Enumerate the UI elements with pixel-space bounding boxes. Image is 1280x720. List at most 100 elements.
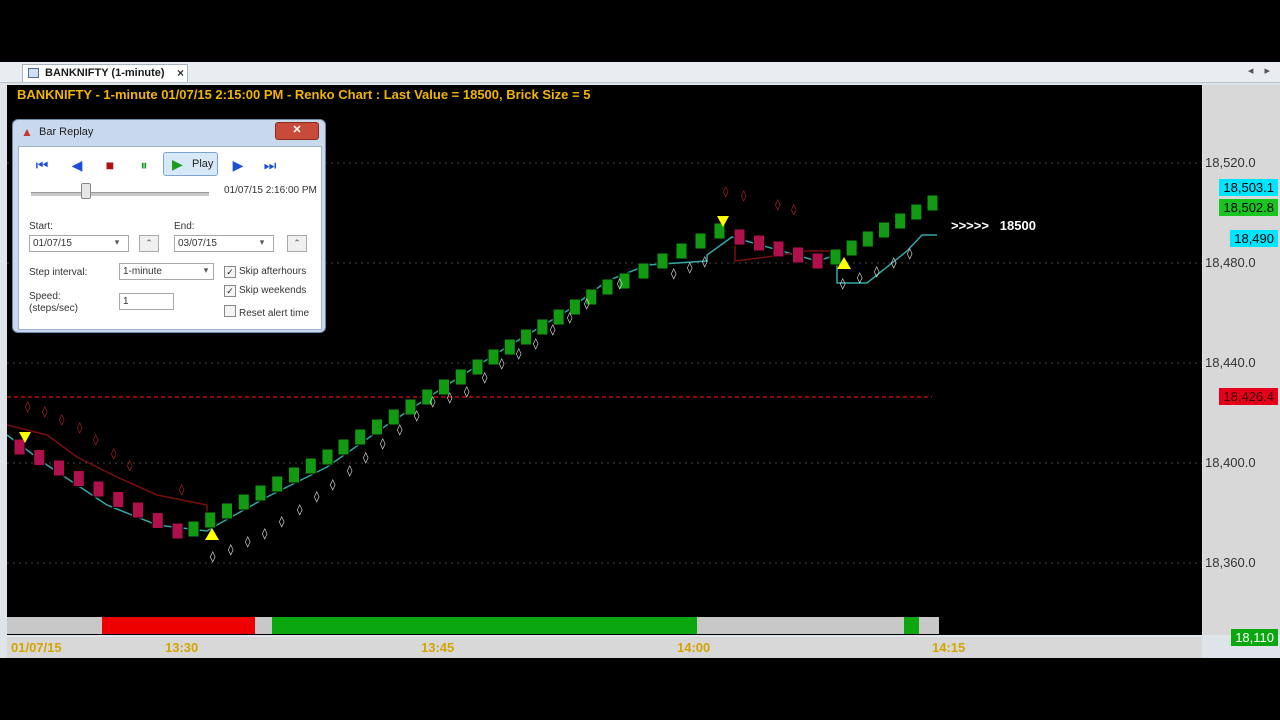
step-interval-dropdown-icon[interactable]: ▾ — [196, 263, 216, 280]
up-pointer-marker: ◊ — [363, 451, 369, 464]
up-pointer-marker: ◊ — [210, 550, 216, 563]
price-badge-bottom: 18,110 — [1231, 629, 1278, 646]
renko-brick-up — [321, 448, 334, 466]
renko-brick-up — [187, 520, 200, 538]
up-pointer-marker: ◊ — [245, 535, 251, 548]
document-tab-bar: BANKNIFTY (1-minute) × ◂ ▸ — [0, 62, 1280, 83]
replay-position-slider[interactable] — [81, 183, 91, 199]
up-pointer-marker: ◊ — [840, 277, 846, 290]
last-value-annotation: >>>>> 18500 — [951, 218, 1036, 233]
skip-afterhours-checkbox[interactable]: ✓ Skip afterhours — [224, 266, 306, 278]
down-pointer-marker: ◊ — [93, 433, 99, 446]
up-pointer-marker: ◊ — [314, 490, 320, 503]
up-pointer-marker: ◊ — [347, 464, 353, 477]
down-pointer-marker: ◊ — [741, 189, 747, 202]
time-axis[interactable]: 01/07/15 13:30 13:45 14:00 14:15 — [7, 637, 1202, 658]
up-pointer-marker: ◊ — [330, 478, 336, 491]
renko-brick-up — [204, 511, 217, 529]
dialog-titlebar[interactable]: ▲ Bar Replay ✕ — [13, 120, 325, 144]
up-pointer-marker: ◊ — [262, 527, 268, 540]
up-pointer-marker: ◊ — [482, 371, 488, 384]
time-label: 01/07/15 — [11, 640, 62, 655]
reset-alert-time-checkbox[interactable]: Reset alert time — [224, 305, 309, 319]
up-pointer-marker: ◊ — [533, 337, 539, 350]
down-pointer-marker: ◊ — [77, 421, 83, 434]
up-pointer-marker: ◊ — [584, 297, 590, 310]
renko-brick-up — [487, 348, 500, 366]
go-to-start-button[interactable]: ⏮ — [31, 155, 53, 175]
tab-scroll-arrows[interactable]: ◂ ▸ — [1248, 64, 1274, 77]
renko-brick-up — [910, 203, 923, 221]
reset-alert-label: Reset alert time — [239, 308, 310, 319]
renko-brick-up — [845, 239, 858, 257]
renko-brick-down — [753, 234, 765, 252]
renko-brick-up — [536, 318, 549, 336]
play-button[interactable]: ▶ Play — [163, 152, 218, 176]
step-forward-button[interactable]: ▶ — [227, 155, 249, 175]
renko-brick-up — [675, 242, 688, 260]
chart-document-icon — [28, 68, 39, 78]
buy-signal-arrow — [205, 528, 219, 540]
price-badge-stop-upper: 18,503.1 — [1219, 179, 1278, 196]
time-label: 13:30 — [165, 640, 199, 655]
renko-brick-down — [33, 449, 46, 466]
end-date-dropdown-icon[interactable]: ▾ — [252, 235, 272, 252]
renko-brick-up — [637, 262, 650, 280]
speed-input[interactable]: 1 — [119, 293, 174, 310]
start-date-dropdown-icon[interactable]: ▾ — [107, 235, 127, 252]
renko-brick-up — [878, 221, 890, 239]
checked-icon: ✓ — [224, 285, 236, 297]
dialog-title: Bar Replay — [39, 126, 94, 138]
time-label: 14:00 — [677, 640, 711, 655]
go-to-end-button[interactable]: ⏭ — [259, 155, 281, 175]
renko-brick-down — [92, 480, 105, 498]
dialog-close-button[interactable]: ✕ — [275, 122, 319, 140]
renko-brick-up — [656, 252, 669, 270]
up-pointer-marker: ◊ — [516, 347, 522, 360]
down-pointer-marker: ◊ — [59, 413, 65, 426]
price-axis[interactable]: 18,520.0 18,480.0 18,440.0 18,400.0 18,3… — [1203, 85, 1280, 646]
trend-strip-segment — [7, 617, 102, 634]
play-label: Play — [192, 158, 214, 170]
up-pointer-marker: ◊ — [380, 437, 386, 450]
trend-strip-segment — [919, 617, 939, 634]
renko-brick-down — [151, 512, 164, 529]
price-badge-last: 18,502.8 — [1219, 199, 1278, 216]
down-pointer-marker: ◊ — [111, 447, 117, 460]
up-pointer-marker: ◊ — [279, 515, 285, 528]
replay-position-track[interactable] — [31, 192, 209, 196]
skip-weekends-checkbox[interactable]: ✓ Skip weekends — [224, 285, 306, 297]
up-pointer-marker: ◊ — [464, 385, 470, 398]
down-pointer-marker: ◊ — [723, 185, 729, 198]
renko-brick-down — [811, 252, 824, 270]
current-replay-datetime: 01/07/15 2:16:00 PM — [224, 185, 317, 196]
renko-brick-down — [13, 438, 26, 456]
trend-strip-segment — [102, 617, 255, 634]
pause-button[interactable]: ⏸ — [133, 155, 155, 175]
speed-label: Speed: (steps/sec) — [29, 291, 78, 314]
down-pointer-marker: ◊ — [25, 400, 31, 413]
step-back-button[interactable]: ◀ — [66, 155, 88, 175]
start-date-picker-button[interactable]: ⌃ — [139, 235, 159, 252]
up-pointer-marker: ◊ — [297, 503, 303, 516]
renko-brick-up — [601, 278, 614, 296]
up-pointer-marker: ◊ — [687, 261, 693, 274]
tab-banknifty-chart[interactable]: BANKNIFTY (1-minute) × — [22, 64, 188, 82]
time-label: 13:45 — [421, 640, 455, 655]
end-date-picker-button[interactable]: ⌃ — [287, 235, 307, 252]
trend-strip-segment — [255, 617, 272, 634]
renko-brick-up — [454, 368, 467, 386]
renko-brick-down — [792, 246, 804, 264]
renko-brick-up — [271, 475, 284, 493]
renko-brick-up — [926, 194, 939, 212]
renko-brick-up — [520, 328, 533, 346]
upper-stop-line — [7, 424, 208, 529]
renko-brick-up — [304, 457, 317, 475]
up-pointer-marker: ◊ — [874, 265, 880, 278]
stop-button[interactable]: ■ — [99, 155, 121, 175]
bar-replay-app-icon: ▲ — [21, 125, 33, 139]
chart-title: BANKNIFTY - 1-minute 01/07/15 2:15:00 PM… — [17, 87, 591, 102]
up-pointer-marker: ◊ — [228, 543, 234, 556]
price-tick: 18,400.0 — [1205, 455, 1256, 470]
close-tab-icon[interactable]: × — [177, 66, 184, 80]
